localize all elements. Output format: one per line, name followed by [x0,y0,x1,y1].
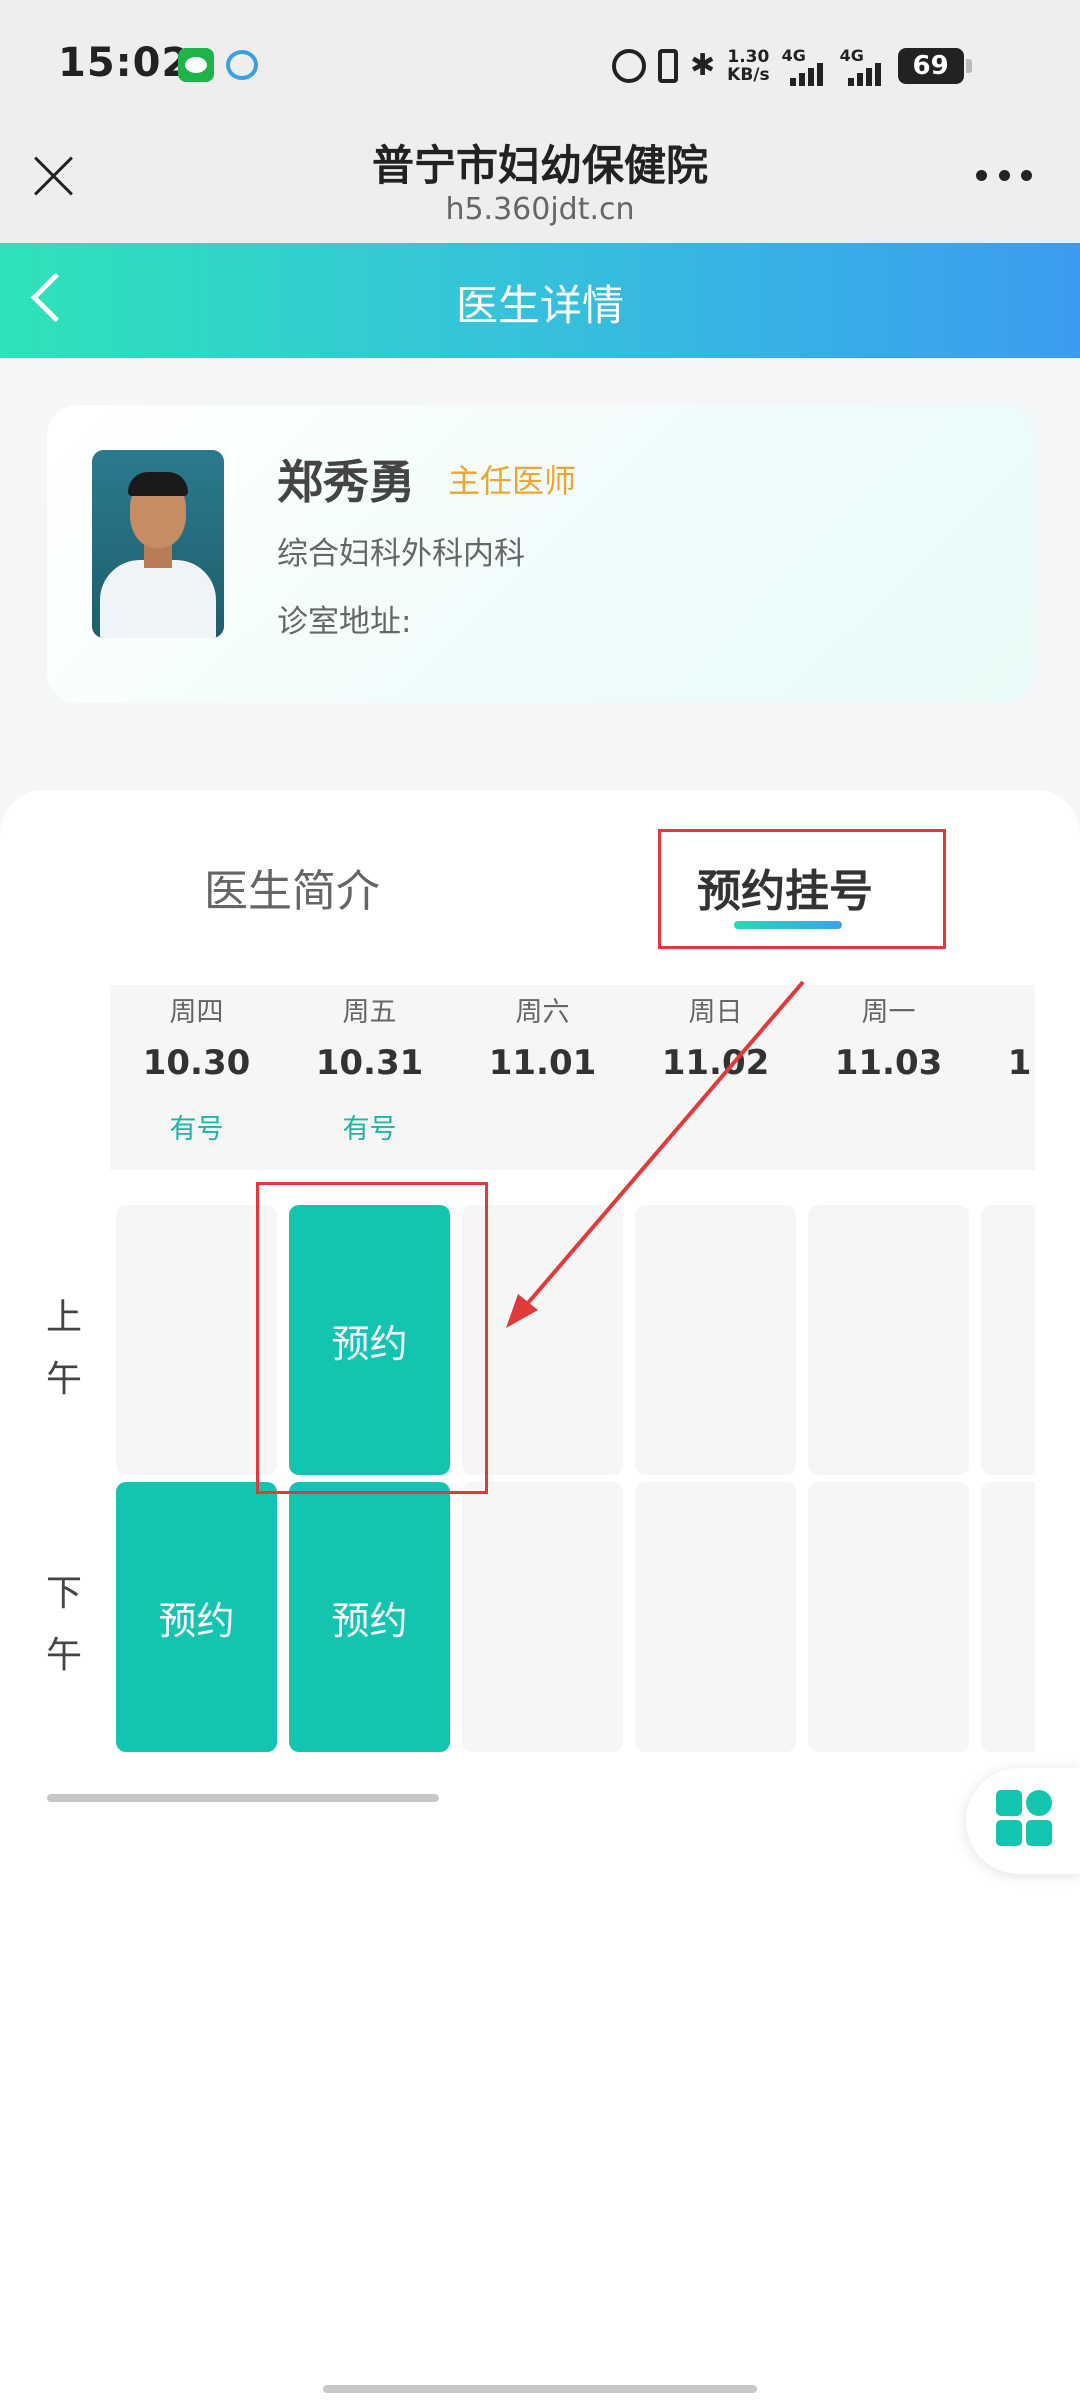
home-indicator[interactable] [323,2385,757,2393]
grid-icon [996,1790,1022,1816]
grid-menu-button[interactable] [966,1768,1080,1874]
horizontal-scrollbar[interactable] [47,1794,439,1802]
annotation-arrow [506,980,805,1328]
